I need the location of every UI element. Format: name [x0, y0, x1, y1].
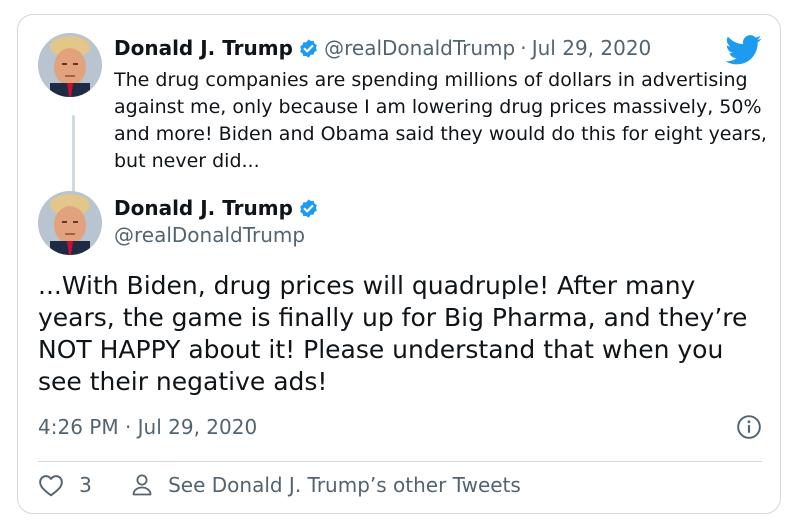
quoted-author-name[interactable]: Donald J. Trump: [114, 36, 293, 60]
main-tweet-text: ...With Biden, drug prices will quadrupl…: [38, 271, 748, 396]
verified-badge-icon: [298, 38, 319, 63]
avatar-image: [38, 191, 102, 255]
embedded-tweet-card: Donald J. Trump @realDonaldTrump · Jul 2…: [17, 14, 781, 514]
main-author-name[interactable]: Donald J. Trump: [114, 196, 293, 220]
main-tweet-author: Donald J. Trump: [114, 196, 319, 223]
main-author-handle[interactable]: @realDonaldTrump: [114, 223, 305, 247]
quoted-tweet-text: The drug companies are spending millions…: [114, 69, 767, 172]
thread-connector-line: [72, 115, 75, 193]
like-button[interactable]: 3: [38, 473, 92, 497]
see-other-tweets-label: See Donald J. Trump’s other Tweets: [168, 473, 521, 497]
verified-badge-icon: [298, 198, 319, 223]
tweet-timestamp[interactable]: 4:26 PM · Jul 29, 2020: [38, 415, 257, 439]
like-count: 3: [79, 473, 92, 497]
quoted-tweet-header: Donald J. Trump @realDonaldTrump · Jul 2…: [114, 36, 651, 63]
avatar-image: [38, 33, 102, 97]
footer-divider: [38, 461, 762, 462]
main-author-avatar[interactable]: [38, 191, 102, 255]
quoted-tweet-date[interactable]: Jul 29, 2020: [532, 36, 652, 60]
header-separator: ·: [520, 36, 527, 60]
heart-icon: [39, 475, 63, 497]
info-circle-icon[interactable]: [736, 414, 762, 444]
twitter-bird-icon[interactable]: [725, 35, 762, 69]
person-icon: [132, 474, 152, 496]
see-other-tweets-link[interactable]: See Donald J. Trump’s other Tweets: [131, 473, 521, 497]
quoted-author-handle[interactable]: @realDonaldTrump: [324, 36, 515, 60]
quoted-author-avatar[interactable]: [38, 33, 102, 97]
